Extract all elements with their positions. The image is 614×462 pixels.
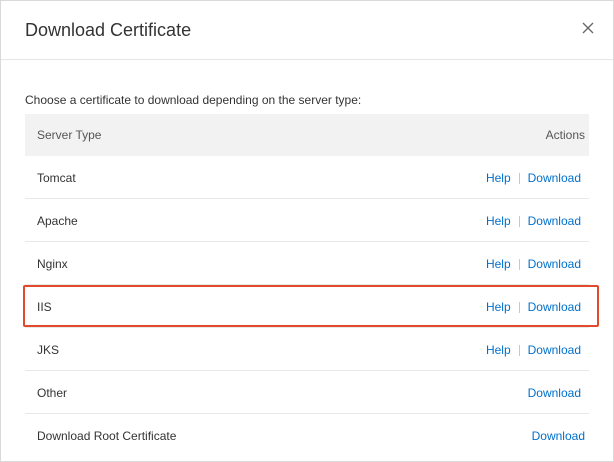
dialog-header: Download Certificate <box>1 1 613 60</box>
server-type-table: Server Type Actions Tomcat Help Download… <box>25 114 589 456</box>
server-name: IIS <box>37 300 52 314</box>
download-link-nginx[interactable]: Download <box>528 257 581 271</box>
server-name: JKS <box>37 343 60 357</box>
server-name: Apache <box>37 214 78 228</box>
action-divider <box>518 172 520 184</box>
server-name: Download Root Certificate <box>37 429 177 443</box>
row-actions: Help Download <box>486 171 581 185</box>
table-row-root-certificate: Download Root Certificate Download <box>25 414 589 456</box>
action-divider <box>518 301 520 313</box>
table-row-jks: JKS Help Download <box>25 328 589 371</box>
download-link-root-certificate[interactable]: Download <box>532 429 585 443</box>
action-divider <box>518 258 520 270</box>
download-link-other[interactable]: Download <box>528 386 581 400</box>
download-link-tomcat[interactable]: Download <box>528 171 581 185</box>
download-link-jks[interactable]: Download <box>528 343 581 357</box>
download-certificate-dialog: Download Certificate Choose a certificat… <box>0 0 614 462</box>
table-row-tomcat: Tomcat Help Download <box>25 156 589 199</box>
server-type-header: Server Type <box>37 128 102 142</box>
server-name: Other <box>37 386 68 400</box>
table-row-other: Other Download <box>25 371 589 414</box>
table-row-iis: IIS Help Download <box>25 285 589 328</box>
action-divider <box>518 344 520 356</box>
help-link-tomcat[interactable]: Help <box>486 171 511 185</box>
help-link-iis[interactable]: Help <box>486 300 511 314</box>
server-name: Tomcat <box>37 171 76 185</box>
help-link-jks[interactable]: Help <box>486 343 511 357</box>
download-link-iis[interactable]: Download <box>528 300 581 314</box>
download-link-apache[interactable]: Download <box>528 214 581 228</box>
dialog-title: Download Certificate <box>25 20 192 40</box>
close-icon[interactable] <box>581 21 599 39</box>
row-actions: Help Download <box>486 214 581 228</box>
row-actions: Help Download <box>486 300 581 314</box>
table-row-nginx: Nginx Help Download <box>25 242 589 285</box>
server-name: Nginx <box>37 257 68 271</box>
row-actions: Download <box>528 386 581 400</box>
row-actions: Download <box>532 429 585 443</box>
table-row-apache: Apache Help Download <box>25 199 589 242</box>
action-divider <box>518 215 520 227</box>
help-link-apache[interactable]: Help <box>486 214 511 228</box>
row-actions: Help Download <box>486 257 581 271</box>
row-actions: Help Download <box>486 343 581 357</box>
actions-header: Actions <box>545 128 585 142</box>
instruction-text: Choose a certificate to download dependi… <box>25 93 362 107</box>
table-header: Server Type Actions <box>25 114 589 156</box>
help-link-nginx[interactable]: Help <box>486 257 511 271</box>
